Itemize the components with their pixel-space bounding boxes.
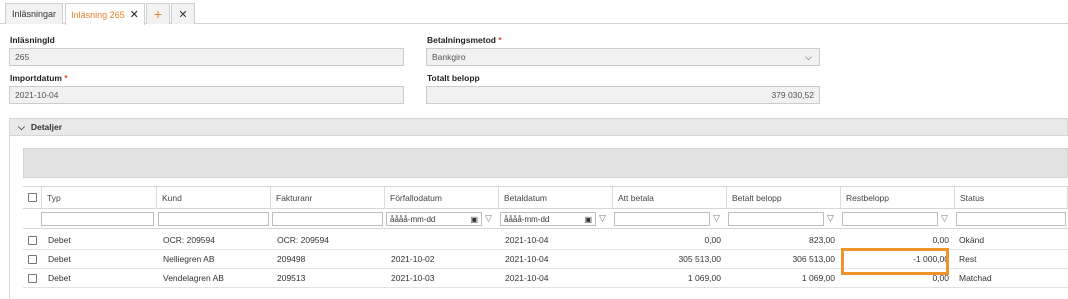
cell-kund: Nelliegren AB — [163, 254, 215, 264]
close-all-tabs-button[interactable]: ✕ — [171, 3, 195, 24]
filter-restbelopp-input[interactable] — [842, 212, 938, 226]
column-header-typ[interactable]: Typ — [41, 187, 156, 208]
row-checkbox[interactable] — [28, 236, 37, 245]
select-all-checkbox[interactable] — [28, 193, 37, 202]
betalningsmetod-label: Betalningsmetod * — [427, 35, 502, 45]
filter-icon[interactable]: ▽ — [485, 213, 492, 224]
cell-betalt-belopp: 306 513,00 — [792, 254, 835, 264]
details-title: Detaljer — [30, 122, 63, 132]
tab-inlasning-265[interactable]: Inläsning 265 ✕ — [65, 3, 145, 25]
grid-header-row: Typ Kund Fakturanr Förfallodatum Betalda… — [23, 186, 1068, 209]
column-header-forfallodatum[interactable]: Förfallodatum — [384, 187, 498, 208]
row-checkbox[interactable] — [28, 255, 37, 264]
close-tab-icon[interactable]: ✕ — [130, 8, 139, 21]
filter-status-input[interactable] — [956, 212, 1066, 226]
filter-typ-input[interactable] — [41, 212, 154, 226]
tab-label: Inläsning 265 — [71, 9, 125, 20]
column-header-restbelopp[interactable]: Restbelopp — [840, 187, 954, 208]
chevron-down-icon: ⌵ — [805, 52, 812, 62]
filter-icon[interactable]: ▽ — [827, 213, 834, 224]
tab-label: Inläsningar — [11, 9, 57, 19]
chevron-down-icon: ⌵ — [18, 121, 25, 132]
grid-filter-row: åååå-mm-dd ▣ ▽ åååå-mm-dd ▣ ▽ ▽ ▽ ▽ — [23, 209, 1068, 229]
cell-fakturanr: OCR: 209594 — [277, 235, 329, 245]
filter-att-betala-input[interactable] — [614, 212, 710, 226]
row-checkbox[interactable] — [28, 274, 37, 283]
cell-kund: OCR: 209594 — [163, 235, 215, 245]
cell-betalt-belopp: 1 069,00 — [801, 273, 835, 283]
close-icon: ✕ — [178, 8, 188, 21]
totalt-belopp-field[interactable]: 379 030,52 — [426, 86, 820, 104]
cell-fakturanr: 209498 — [277, 254, 306, 264]
cell-betalt-belopp: 823,00 — [809, 235, 835, 245]
column-header-fakturanr[interactable]: Fakturanr — [270, 187, 384, 208]
cell-att-betala: 305 513,00 — [678, 254, 721, 264]
cell-typ: Debet — [48, 273, 71, 283]
cell-forfallodatum: 2021-10-03 — [391, 273, 435, 283]
inlasningid-label: InläsningId — [10, 35, 55, 45]
cell-betaldatum: 2021-10-04 — [505, 254, 549, 264]
cell-typ: Debet — [48, 254, 71, 264]
column-header-status[interactable]: Status — [954, 187, 1068, 208]
cell-att-betala: 0,00 — [704, 235, 721, 245]
cell-status: Okänd — [959, 235, 985, 245]
grid-toolbar — [23, 148, 1068, 178]
filter-kund-input[interactable] — [158, 212, 269, 226]
column-header-att-betala[interactable]: Att betala — [612, 187, 726, 208]
cell-betaldatum: 2021-10-04 — [505, 235, 549, 245]
cell-betaldatum: 2021-10-04 — [505, 273, 549, 283]
column-header-betalt-belopp[interactable]: Betalt belopp — [726, 187, 840, 208]
filter-icon[interactable]: ▽ — [941, 213, 948, 224]
filter-icon[interactable]: ▽ — [713, 213, 720, 224]
tab-bar: Inläsningar Inläsning 265 ✕ + ✕ — [0, 0, 1068, 25]
calendar-icon[interactable]: ▣ — [470, 215, 478, 224]
column-header-betaldatum[interactable]: Betaldatum — [498, 187, 612, 208]
highlight-box — [841, 248, 949, 275]
cell-restbelopp: 0,00 — [932, 235, 949, 245]
filter-fakturanr-input[interactable] — [272, 212, 383, 226]
cell-status: Rest — [959, 254, 977, 264]
cell-kund: Vendelagren AB — [163, 273, 224, 283]
add-tab-button[interactable]: + — [146, 3, 170, 24]
cell-att-betala: 1 069,00 — [687, 273, 721, 283]
filter-betalt-belopp-input[interactable] — [728, 212, 824, 226]
importdatum-label: Importdatum * — [10, 73, 68, 83]
cell-forfallodatum: 2021-10-02 — [391, 254, 435, 264]
filter-betaldatum-input[interactable]: åååå-mm-dd ▣ — [500, 212, 596, 226]
payments-grid: Typ Kund Fakturanr Förfallodatum Betalda… — [23, 186, 1068, 299]
filter-forfallodatum-input[interactable]: åååå-mm-dd ▣ — [386, 212, 482, 226]
cell-typ: Debet — [48, 235, 71, 245]
tab-inlasningar[interactable]: Inläsningar — [5, 3, 63, 24]
calendar-icon[interactable]: ▣ — [584, 215, 592, 224]
inlasningid-field[interactable]: 265 — [9, 48, 404, 66]
plus-icon: + — [153, 6, 163, 22]
details-section-header[interactable]: ⌵ Detaljer — [9, 118, 1068, 136]
betalningsmetod-select[interactable]: Bankgiro ⌵ — [426, 48, 820, 66]
column-header-kund[interactable]: Kund — [156, 187, 270, 208]
importdatum-field[interactable]: 2021-10-04 — [9, 86, 404, 104]
totalt-belopp-label: Totalt belopp — [427, 73, 480, 83]
cell-fakturanr: 209513 — [277, 273, 306, 283]
filter-icon[interactable]: ▽ — [599, 213, 606, 224]
cell-status: Matchad — [959, 273, 992, 283]
